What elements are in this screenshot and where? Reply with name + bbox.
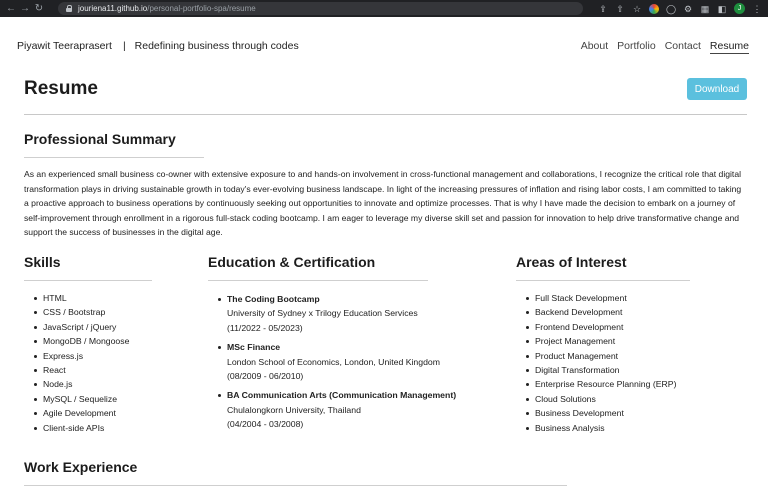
reload-icon[interactable]: ↻ <box>32 0 46 17</box>
education-dates: (08/2009 - 06/2010) <box>227 371 304 382</box>
nav-portfolio[interactable]: Portfolio <box>617 40 656 54</box>
url-path: /personal-portfolio-spa/resume <box>147 4 256 13</box>
summary-heading: Professional Summary <box>24 131 176 147</box>
list-item: Product Management <box>516 349 676 363</box>
download-button[interactable]: Download <box>687 78 747 100</box>
list-item: Business Development <box>516 406 676 420</box>
extension-circle-icon[interactable]: ◯ <box>666 4 676 14</box>
education-dates: (04/2004 - 03/2008) <box>227 419 304 430</box>
education-institution: London School of Economics, London, Unit… <box>227 356 440 367</box>
education-dates: (11/2022 - 05/2023) <box>227 322 303 333</box>
summary-divider <box>24 157 204 158</box>
forward-arrow-icon[interactable]: → <box>18 0 32 17</box>
nav-resume[interactable]: Resume <box>709 40 749 54</box>
education-degree: The Coding Bootcamp <box>227 294 320 304</box>
address-bar[interactable]: jouriena11.github.io/personal-portfolio-… <box>58 2 583 15</box>
list-item: React <box>24 363 129 377</box>
browser-toolbar: ← → ↻ jouriena11.github.io/personal-port… <box>0 0 768 17</box>
menu-kebab-icon[interactable]: ⋮ <box>752 4 762 14</box>
list-item: Business Analysis <box>516 421 676 435</box>
work-heading: Work Experience <box>24 459 138 475</box>
list-item: Node.js <box>24 377 129 391</box>
bookmark-star-icon[interactable]: ☆ <box>632 4 642 14</box>
lock-icon <box>66 5 72 12</box>
list-item: MongoDB / Mongoose <box>24 334 129 348</box>
education-institution: Chulalongkorn University, Thailand <box>227 404 361 415</box>
list-item: Express.js <box>24 349 129 363</box>
education-divider <box>208 280 428 281</box>
nav-about[interactable]: About <box>581 40 608 54</box>
list-item: MySQL / Sequelize <box>24 392 129 406</box>
share-icon[interactable]: ⇪ <box>598 4 608 14</box>
interests-list: Full Stack Development Backend Developme… <box>516 291 676 435</box>
nav-contact[interactable]: Contact <box>665 40 701 54</box>
list-item: Backend Development <box>516 305 676 319</box>
puzzle-extensions-icon[interactable]: ▦ <box>700 4 710 14</box>
education-degree: BA Communication Arts (Communication Man… <box>227 390 457 401</box>
url-host: jouriena11.github.io <box>78 4 148 13</box>
education-item: MSc Finance London School of Economics, … <box>217 340 456 383</box>
list-item: JavaScript / jQuery <box>24 320 129 334</box>
site-tagline: Redefining business through codes <box>134 40 299 52</box>
back-arrow-icon[interactable]: ← <box>4 0 18 17</box>
list-item: Agile Development <box>24 406 129 420</box>
education-item: The Coding Bootcamp University of Sydney… <box>217 292 456 335</box>
color-extension-icon[interactable] <box>649 3 659 14</box>
education-institution: University of Sydney x Trilogy Education… <box>227 308 418 319</box>
title-divider <box>24 114 747 115</box>
page-title: Resume <box>24 78 98 99</box>
work-divider <box>24 485 567 486</box>
profile-avatar[interactable]: J <box>734 3 745 14</box>
interests-divider <box>516 280 690 281</box>
education-heading: Education & Certification <box>208 254 376 270</box>
list-item: CSS / Bootstrap <box>24 305 129 319</box>
list-item: Cloud Solutions <box>516 392 676 406</box>
skills-list: HTML CSS / Bootstrap JavaScript / jQuery… <box>24 291 129 435</box>
interests-heading: Areas of Interest <box>516 254 627 270</box>
site-header: Piyawit Teeraprasert | Redefining business… <box>0 17 768 75</box>
list-item: Enterprise Resource Planning (ERP) <box>516 377 676 391</box>
brand-separator: | <box>122 40 126 52</box>
settings-gear-icon[interactable]: ⚙ <box>683 4 693 14</box>
skills-heading: Skills <box>24 254 61 270</box>
site-owner-name[interactable]: Piyawit Teeraprasert <box>17 40 112 52</box>
summary-text: As an experienced small business co-owne… <box>24 169 742 238</box>
main-nav: About Portfolio Contact Resume <box>581 40 749 54</box>
list-item: Full Stack Development <box>516 291 676 305</box>
education-degree: MSc Finance <box>227 342 281 353</box>
education-item: BA Communication Arts (Communication Man… <box>217 388 456 431</box>
sidebar-panel-icon[interactable]: ◧ <box>717 4 727 14</box>
list-item: Client-side APIs <box>24 421 129 435</box>
education-list: The Coding Bootcamp University of Sydney… <box>217 292 456 437</box>
brand: Piyawit Teeraprasert | Redefining business… <box>17 40 299 52</box>
upload-icon[interactable]: ⇧ <box>615 4 625 14</box>
skills-divider <box>24 280 152 281</box>
list-item: Frontend Development <box>516 320 676 334</box>
list-item: HTML <box>24 291 129 305</box>
list-item: Project Management <box>516 334 676 348</box>
list-item: Digital Transformation <box>516 363 676 377</box>
